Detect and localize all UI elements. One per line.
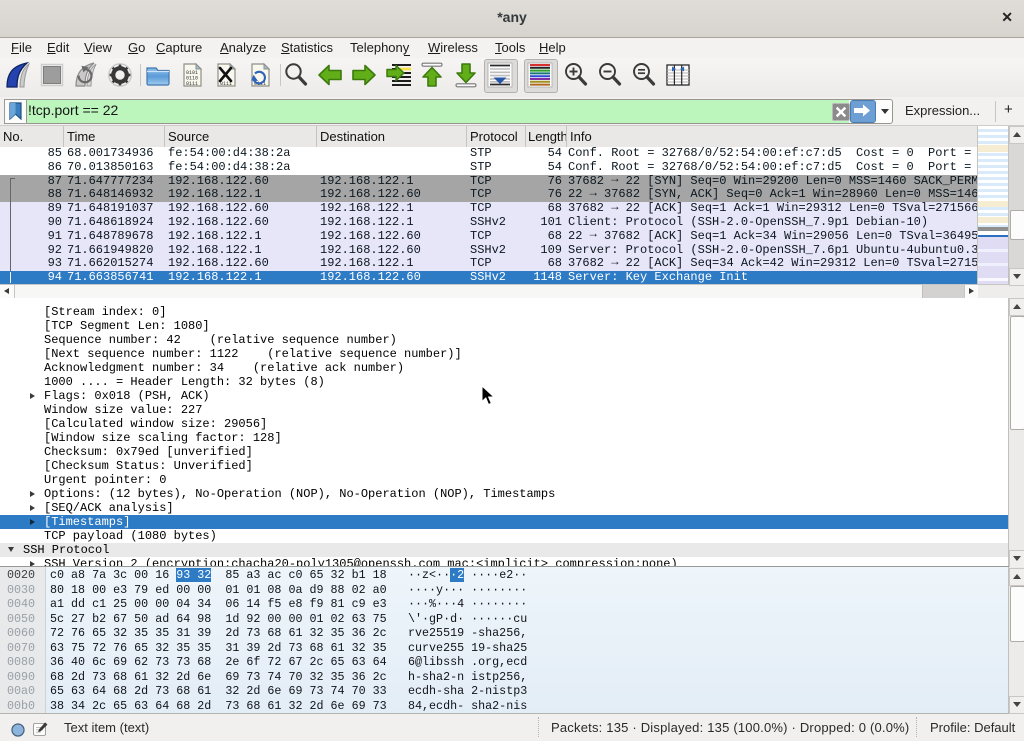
svg-text:0111: 0111 bbox=[186, 81, 198, 87]
